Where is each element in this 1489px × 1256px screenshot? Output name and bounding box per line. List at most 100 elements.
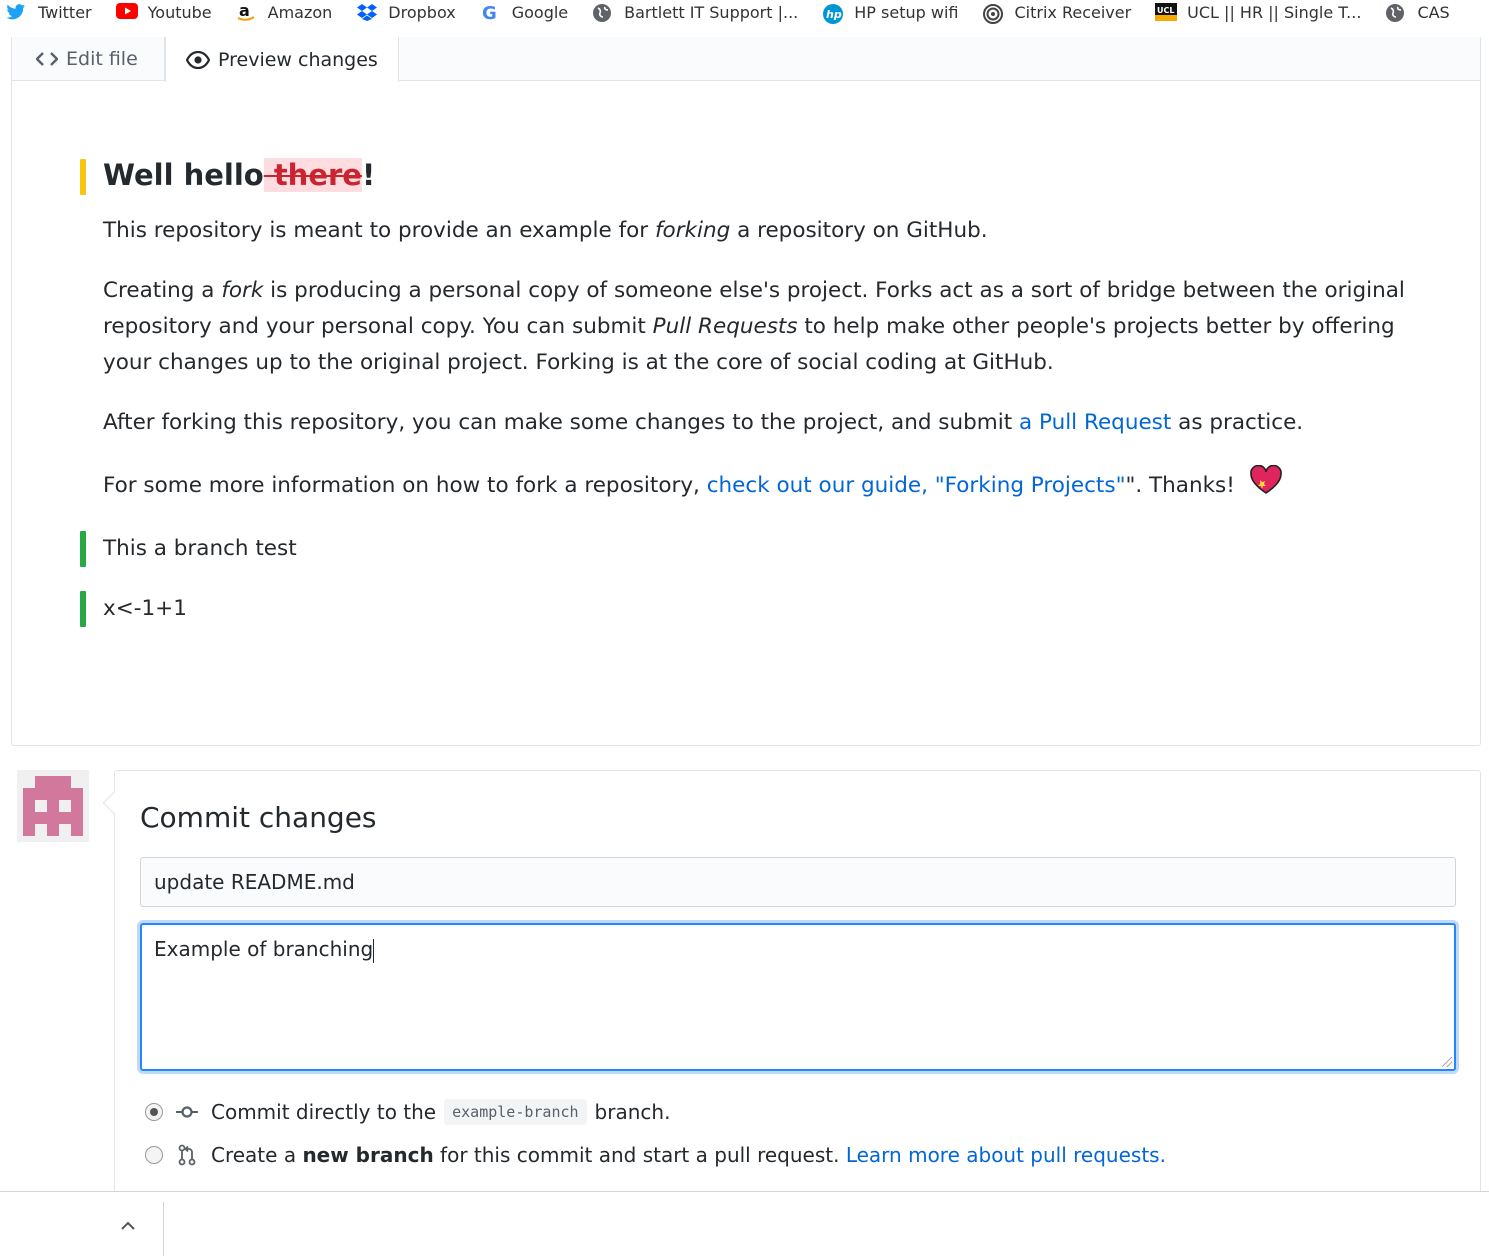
svg-text:hp: hp: [826, 8, 842, 21]
chevron-up-icon[interactable]: [118, 1216, 138, 1235]
paragraph-3: After forking this repository, you can m…: [103, 405, 1420, 441]
tab-label: Edit file: [66, 48, 138, 70]
emphasis: Pull Requests: [652, 314, 798, 339]
resize-handle[interactable]: [1442, 1057, 1452, 1067]
paragraph-block: Creating a fork is producing a personal …: [80, 273, 1420, 381]
globe-icon: [592, 3, 612, 22]
deleted-text: there: [263, 158, 362, 192]
citrix-icon: [982, 3, 1004, 24]
heading-suffix: !: [361, 158, 376, 192]
paragraph-2: Creating a fork is producing a personal …: [103, 273, 1420, 381]
commit-direct-radio[interactable]: [145, 1103, 163, 1121]
hp-icon: hp: [822, 3, 844, 24]
text: as practice.: [1171, 410, 1304, 435]
option-text: Commit directly to the: [211, 1100, 437, 1124]
file-editor: Edit file Preview changes Well hello the…: [11, 37, 1481, 746]
text: After forking this repository, you can m…: [103, 410, 1019, 435]
bottom-bar: [0, 1191, 1489, 1256]
youtube-icon: [115, 3, 138, 21]
emphasis: forking: [654, 218, 731, 243]
changed-line-marker: [80, 159, 86, 195]
avatar: [17, 770, 89, 842]
emphasis: fork: [221, 278, 264, 303]
sparkling-heart-icon: [1249, 464, 1282, 507]
pull-request-link[interactable]: a Pull Request: [1019, 410, 1171, 435]
bookmark-label: UCL || HR || Single T...: [1187, 2, 1362, 22]
option-bold-text: new branch: [302, 1143, 434, 1167]
bookmark-cas[interactable]: CAS: [1385, 0, 1450, 24]
added-line-marker: [80, 591, 86, 627]
text: For some more information on how to fork…: [103, 473, 707, 498]
ucl-icon: UCL: [1155, 3, 1178, 21]
commit-summary-input[interactable]: update README.md: [140, 857, 1456, 907]
bookmark-label: Youtube: [147, 2, 212, 22]
commit-form: Commit changes update README.md Example …: [102, 770, 1481, 1200]
svg-text:UCL: UCL: [1157, 6, 1174, 15]
bookmark-label: Citrix Receiver: [1014, 2, 1132, 22]
added-line-1: This a branch test: [103, 536, 297, 561]
globe-icon: [1385, 3, 1405, 22]
option-text: for this commit and start a pull request…: [433, 1143, 846, 1167]
bookmark-label: Twitter: [38, 2, 92, 22]
text-cursor: [373, 938, 375, 963]
readme-heading: Well hello there!: [103, 155, 1420, 195]
paragraph-block: This repository is meant to provide an e…: [80, 213, 1420, 249]
added-line-marker: [80, 531, 86, 567]
svg-text:a: a: [239, 3, 250, 20]
dropbox-icon: [356, 3, 378, 21]
readme-preview: Well hello there! This repository is mea…: [80, 155, 1420, 627]
commit-description-textarea[interactable]: Example of branching: [140, 923, 1456, 1071]
changed-heading-block: Well hello there!: [80, 155, 1420, 195]
bookmark-label: Amazon: [267, 2, 333, 22]
paragraph-block: For some more information on how to fork…: [80, 464, 1420, 507]
commit-box-pointer: [102, 791, 126, 815]
bookmark-label: Bartlett IT Support |...: [624, 2, 799, 22]
added-line-2: x<-1+1: [103, 596, 187, 621]
divider: [163, 1202, 164, 1256]
bookmark-hp-setup[interactable]: hp HP setup wifi: [822, 0, 958, 24]
bookmark-citrix[interactable]: Citrix Receiver: [982, 0, 1131, 24]
paragraph-4: For some more information on how to fork…: [103, 464, 1420, 507]
tab-edit-file[interactable]: Edit file: [12, 37, 165, 81]
new-branch-radio[interactable]: [145, 1146, 163, 1164]
paragraph-1: This repository is meant to provide an e…: [103, 213, 1420, 249]
google-icon: G: [480, 3, 500, 24]
bookmark-youtube[interactable]: Youtube: [115, 0, 212, 24]
text: Creating a: [103, 278, 222, 303]
text: a repository on GitHub.: [730, 218, 988, 243]
added-line-block: x<-1+1: [80, 591, 1420, 627]
branch-name: example-branch: [444, 1099, 587, 1125]
forking-guide-link[interactable]: check out our guide, "Forking Projects": [707, 473, 1126, 498]
bookmark-ucl-hr[interactable]: UCL UCL || HR || Single T...: [1155, 0, 1361, 24]
bookmark-label: HP setup wifi: [854, 2, 959, 22]
tab-label: Preview changes: [218, 48, 378, 71]
bookmarks-bar: Twitter Youtube a Amazon Dropbox G Googl…: [0, 0, 1489, 24]
commit-title: Commit changes: [140, 801, 377, 834]
eye-icon: [186, 50, 210, 69]
option-text: branch.: [594, 1100, 671, 1124]
svg-text:G: G: [482, 3, 497, 23]
text: This repository is meant to provide an e…: [103, 218, 655, 243]
twitter-icon: [6, 3, 26, 21]
bookmark-label: Dropbox: [388, 2, 456, 22]
description-text: Example of branching: [154, 937, 374, 961]
commit-new-branch-option[interactable]: Create a new branch for this commit and …: [145, 1143, 1166, 1167]
bookmark-bartlett-it[interactable]: Bartlett IT Support |...: [592, 0, 798, 24]
bookmark-amazon[interactable]: a Amazon: [236, 0, 333, 24]
text: ". Thanks!: [1125, 473, 1242, 498]
editor-tabbar: Edit file Preview changes: [12, 37, 1480, 82]
added-line-block: This a branch test: [80, 531, 1420, 567]
pull-request-icon: [175, 1144, 199, 1166]
bookmark-twitter[interactable]: Twitter: [6, 0, 92, 24]
bookmark-label: Google: [511, 2, 569, 22]
bookmark-dropbox[interactable]: Dropbox: [356, 0, 456, 24]
amazon-icon: a: [236, 1, 256, 21]
bookmark-label: CAS: [1417, 2, 1450, 22]
git-commit-icon: [175, 1105, 199, 1119]
learn-more-pull-requests-link[interactable]: Learn more about pull requests.: [846, 1143, 1166, 1167]
tab-preview-changes[interactable]: Preview changes: [165, 37, 399, 82]
code-icon: [36, 51, 58, 67]
bookmark-google[interactable]: G Google: [480, 0, 569, 25]
commit-direct-option[interactable]: Commit directly to the example-branch br…: [145, 1099, 670, 1125]
radio-selected-dot: [150, 1108, 158, 1116]
